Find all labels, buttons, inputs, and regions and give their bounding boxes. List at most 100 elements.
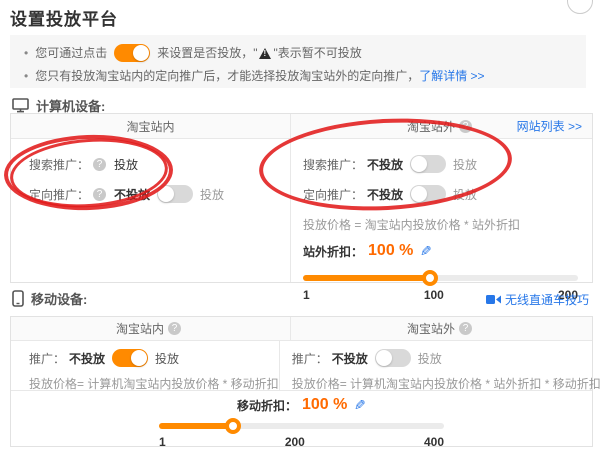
computer-onsite-cell: 搜索推广： ? 投放 定向推广： ? 不投放 投放	[11, 139, 291, 282]
mobile-header-offsite: 淘宝站外 ?	[291, 317, 592, 340]
mobile-offsite-promo-row: 推广： 不投放 投放	[292, 345, 600, 371]
mobile-table: 淘宝站内 ? 淘宝站外 ? 推广： 不投放 投放 投放价格= 计算机淘宝站内投放…	[10, 316, 593, 447]
slider-handle[interactable]	[225, 418, 241, 434]
notice-text-1a: 您可通过点击	[35, 44, 107, 61]
state-on-label: 投放	[453, 156, 477, 173]
slider-fill	[159, 423, 233, 429]
notice-text-1c: "表示暂不可投放	[273, 44, 361, 61]
toggle-knob	[411, 186, 427, 202]
help-icon[interactable]: ?	[459, 120, 472, 133]
targeted-promo-label: 定向推广：	[303, 186, 363, 203]
mobile-table-body: 推广： 不投放 投放 投放价格= 计算机淘宝站内投放价格 * 移动折扣 推广： …	[11, 341, 592, 390]
offsite-discount-slider[interactable]	[303, 275, 578, 281]
notice-text-1b: 来设置是否投放，"	[157, 44, 257, 61]
notice-line-2: • 您只有投放淘宝站内的定向推广后，才能选择投放淘宝站外的定向推广， 了解详情 …	[24, 64, 576, 87]
mobile-table-header: 淘宝站内 ? 淘宝站外 ?	[11, 317, 592, 341]
mobile-section-heading: 移动设备:	[12, 289, 87, 308]
help-icon[interactable]: ?	[168, 322, 181, 335]
slider-min-label: 1	[303, 288, 310, 302]
state-on-label: 投放	[155, 350, 179, 367]
mobile-slider-wrap: 1 200 400	[159, 423, 444, 449]
computer-onsite-targeted-row: 定向推广： ? 不投放 投放	[29, 179, 290, 209]
help-icon[interactable]: ?	[93, 158, 106, 171]
state-off-label: 不投放	[332, 350, 368, 367]
page-title: 设置投放平台	[10, 5, 118, 30]
state-on-label: 投放	[453, 186, 477, 203]
promo-label: 推广：	[29, 350, 65, 367]
bullet-icon: •	[24, 46, 28, 60]
mobile-offsite-promo-toggle[interactable]	[375, 349, 411, 367]
notice-text-2: 您只有投放淘宝站内的定向推广后，才能选择投放淘宝站外的定向推广，	[35, 67, 419, 84]
mobile-offsite-cell: 推广： 不投放 投放 投放价格= 计算机淘宝站内投放价格 * 站外折扣 * 移动…	[280, 341, 600, 390]
mobile-discount-value: 100 %	[302, 396, 347, 414]
slider-min-label: 1	[159, 435, 166, 449]
mobile-offsite-price-formula: 投放价格= 计算机淘宝站内投放价格 * 站外折扣 * 移动折扣	[292, 375, 600, 392]
slider-mid-label: 200	[285, 435, 305, 449]
mobile-header-onsite: 淘宝站内 ?	[11, 317, 291, 340]
mobile-onsite-price-formula: 投放价格= 计算机淘宝站内投放价格 * 移动折扣	[29, 375, 279, 392]
search-promo-label: 搜索推广：	[29, 156, 89, 173]
computer-onsite-search-row: 搜索推广： ? 投放	[29, 149, 290, 179]
state-off-label: 不投放	[367, 186, 403, 203]
offsite-discount-value: 100 %	[368, 242, 413, 260]
computer-offsite-cell: 搜索推广： 不投放 投放 定向推广： 不投放 投放 投放价格 = 淘宝站内投放价…	[291, 139, 592, 282]
computer-header-onsite-label: 淘宝站内	[126, 118, 174, 135]
slider-fill	[303, 275, 430, 281]
mobile-discount-slider[interactable]	[159, 423, 444, 429]
search-promo-label: 搜索推广：	[303, 156, 363, 173]
video-icon	[486, 294, 501, 305]
computer-offsite-search-toggle[interactable]	[410, 155, 446, 173]
computer-table: 淘宝站内 淘宝站外 ? 网站列表 >> 搜索推广： ? 投放 定向推广： ? 不…	[10, 113, 593, 283]
mobile-discount-line: 移动折扣： 100 % ✎	[11, 396, 592, 414]
offsite-discount-line: 站外折扣： 100 % ✎	[303, 242, 592, 260]
mobile-onsite-promo-row: 推广： 不投放 投放	[29, 345, 279, 371]
mobile-discount-label: 移动折扣：	[237, 397, 297, 414]
toggle-knob	[131, 350, 147, 366]
edit-pencil-icon[interactable]: ✎	[354, 397, 366, 414]
mobile-section-label: 移动设备:	[31, 289, 87, 308]
offsite-price-formula: 投放价格 = 淘宝站内投放价格 * 站外折扣	[303, 216, 592, 233]
toggle-example[interactable]	[114, 44, 150, 62]
slider-max-label: 400	[424, 435, 444, 449]
computer-table-header: 淘宝站内 淘宝站外 ? 网站列表 >>	[11, 114, 592, 139]
toggle-knob	[158, 186, 174, 202]
edit-pencil-icon[interactable]: ✎	[420, 243, 432, 260]
toggle-knob	[376, 350, 392, 366]
computer-table-body: 搜索推广： ? 投放 定向推广： ? 不投放 投放 搜索推广： 不投放 投放 定…	[11, 139, 592, 282]
phone-icon	[12, 290, 24, 307]
wireless-tips-label: 无线直通车技巧	[505, 291, 589, 308]
computer-offsite-targeted-toggle[interactable]	[410, 185, 446, 203]
computer-header-offsite: 淘宝站外 ? 网站列表 >>	[291, 114, 592, 138]
computer-header-onsite: 淘宝站内	[11, 114, 291, 138]
state-off-label: 不投放	[114, 186, 150, 203]
mobile-header-onsite-label: 淘宝站内	[116, 320, 164, 337]
notice-line-1: • 您可通过点击 来设置是否投放，" "表示暂不可投放	[24, 41, 576, 64]
offsite-discount-label: 站外折扣：	[303, 243, 363, 260]
computer-header-offsite-label: 淘宝站外	[407, 118, 455, 135]
help-icon[interactable]: ?	[459, 322, 472, 335]
mobile-slider-labels: 1 200 400	[159, 435, 444, 449]
slider-handle[interactable]	[422, 270, 438, 286]
computer-offsite-targeted-row: 定向推广： 不投放 投放	[303, 179, 592, 209]
mobile-header-offsite-label: 淘宝站外	[407, 320, 455, 337]
targeted-promo-label: 定向推广：	[29, 186, 89, 203]
partial-circle-decoration	[567, 0, 593, 14]
learn-more-link[interactable]: 了解详情 >>	[419, 67, 484, 84]
promo-label: 推广：	[292, 350, 328, 367]
computer-onsite-targeted-toggle[interactable]	[157, 185, 193, 203]
state-on-label: 投放	[418, 350, 442, 367]
bullet-icon: •	[24, 69, 28, 83]
mobile-onsite-cell: 推广： 不投放 投放 投放价格= 计算机淘宝站内投放价格 * 移动折扣	[11, 341, 280, 390]
toggle-knob	[411, 156, 427, 172]
toggle-knob	[133, 45, 149, 61]
mobile-onsite-promo-toggle[interactable]	[112, 349, 148, 367]
computer-offsite-search-row: 搜索推广： 不投放 投放	[303, 149, 592, 179]
slider-mid-label: 100	[424, 288, 444, 302]
website-list-link[interactable]: 网站列表 >>	[517, 118, 582, 135]
state-off-label: 不投放	[69, 350, 105, 367]
wireless-tips-link[interactable]: 无线直通车技巧	[486, 291, 589, 308]
warning-icon	[259, 48, 271, 59]
monitor-icon	[12, 98, 29, 113]
help-icon[interactable]: ?	[93, 188, 106, 201]
search-promo-state: 投放	[114, 156, 138, 173]
